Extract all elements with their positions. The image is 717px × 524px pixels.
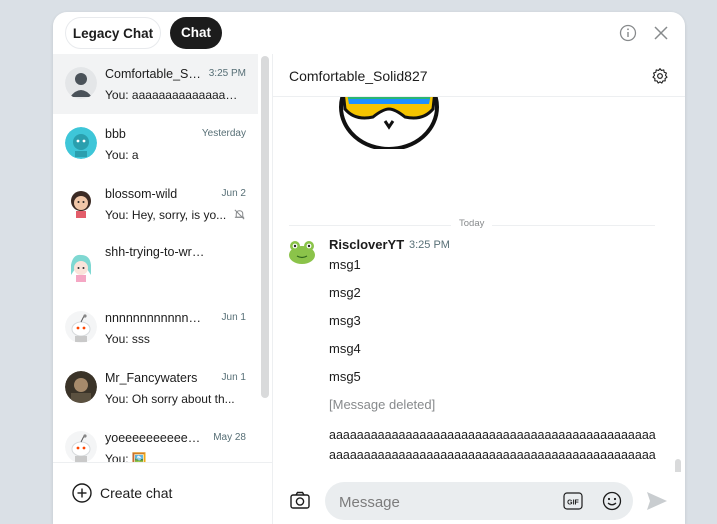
message-text: msg1: [329, 257, 361, 272]
conversation-item[interactable]: Comfortable_Sol... 3:25 PM You: aaaaaaaa…: [53, 54, 258, 114]
create-chat-button[interactable]: Create chat: [53, 462, 272, 524]
conversation-item[interactable]: blossom-wild Jun 2 You: Hey, sorry, is y…: [53, 174, 258, 234]
camera-icon[interactable]: [289, 489, 311, 511]
sender-avatar[interactable]: [286, 235, 318, 267]
conversation-time: Yesterday: [201, 128, 246, 139]
message-text: msg2: [329, 285, 361, 300]
sidebar-scrollbar[interactable]: [261, 56, 269, 398]
avatar: [65, 67, 97, 99]
chat-header: Comfortable_Solid827: [273, 54, 685, 97]
conversation-time: Jun 2: [221, 188, 246, 199]
avatar: [65, 127, 97, 159]
avatar: [65, 251, 97, 283]
tab-chat[interactable]: Chat: [170, 17, 222, 49]
chat-window: Legacy Chat Chat Comfortable_Sol... 3:25…: [53, 12, 685, 524]
conversation-name: nnnnnnnnnnnnnn...: [105, 311, 205, 325]
message-time: 3:25 PM: [409, 239, 450, 251]
conversation-item[interactable]: bbb Yesterday You: a: [53, 114, 258, 174]
chat-topbar: Legacy Chat Chat: [53, 12, 685, 54]
conversation-name: blossom-wild: [105, 187, 178, 201]
message-list[interactable]: Today RiscloverYT 3:25 PM msg1 msg2 msg3…: [273, 97, 685, 472]
create-chat-label: Create chat: [100, 485, 173, 501]
conversation-item[interactable]: nnnnnnnnnnnnnn... Jun 1 You: sss: [53, 298, 258, 358]
info-icon[interactable]: [618, 23, 638, 43]
conversation-name: Mr_Fancywaters: [105, 371, 198, 385]
gear-icon[interactable]: [651, 67, 669, 85]
date-divider-label: Today: [451, 218, 493, 229]
message-sender[interactable]: RiscloverYT: [329, 237, 404, 252]
avatar: [65, 311, 97, 343]
close-icon[interactable]: [651, 23, 671, 43]
message-composer: GIF: [273, 472, 685, 524]
avatar: [65, 187, 97, 219]
conversation-time: 3:25 PM: [208, 68, 246, 79]
message-text-long: aaaaaaaaaaaaaaaaaaaaaaaaaaaaaaaaaaaaaaaa…: [329, 428, 656, 472]
tab-legacy-chat[interactable]: Legacy Chat: [65, 17, 161, 49]
conversation-item[interactable]: shh-trying-to-write: [53, 238, 258, 298]
conversation-preview: You: Oh sorry about th...: [105, 392, 235, 406]
plus-circle-icon: [72, 483, 92, 503]
deleted-message: [Message deleted]: [329, 397, 436, 412]
conversation-sidebar: Comfortable_Sol... 3:25 PM You: aaaaaaaa…: [53, 54, 273, 524]
chat-main-panel: Comfortable_Solid827 Today RiscloverYT 3…: [273, 54, 685, 524]
avatar: [65, 431, 97, 462]
conversation-preview: You: aaaaaaaaaaaaaaaa...: [105, 88, 238, 102]
message-text: msg4: [329, 341, 361, 356]
conversation-preview: You: sss: [105, 332, 150, 346]
svg-text:GIF: GIF: [567, 500, 579, 507]
message-input-box: GIF: [325, 482, 633, 522]
sticker-image: [339, 97, 439, 149]
conversation-time: Jun 1: [221, 312, 246, 323]
bell-off-icon: [234, 209, 245, 220]
send-icon[interactable]: [645, 490, 669, 512]
conversation-name: Comfortable_Sol...: [105, 67, 205, 81]
conversation-name: shh-trying-to-write: [105, 245, 205, 259]
conversation-item[interactable]: Mr_Fancywaters Jun 1 You: Oh sorry about…: [53, 358, 258, 418]
conversation-preview: You: a: [105, 148, 139, 162]
conversation-preview: You: Hey, sorry, is yo...: [105, 208, 227, 222]
gif-icon[interactable]: GIF: [563, 492, 583, 510]
chat-title: Comfortable_Solid827: [289, 68, 428, 84]
conversation-preview: You: 🖼️: [105, 452, 147, 462]
message-text: msg3: [329, 313, 361, 328]
conversation-name: bbb: [105, 127, 126, 141]
message-input[interactable]: [337, 482, 541, 522]
message-text: msg5: [329, 369, 361, 384]
conversation-list[interactable]: Comfortable_Sol... 3:25 PM You: aaaaaaaa…: [53, 54, 272, 462]
message-scrollbar[interactable]: [675, 459, 681, 472]
conversation-name: yoeeeeeeeeeeee...: [105, 431, 205, 445]
avatar: [65, 371, 97, 403]
conversation-item[interactable]: yoeeeeeeeeeeee... May 28 You: 🖼️: [53, 418, 258, 462]
emoji-icon[interactable]: [601, 490, 623, 512]
conversation-time: May 28: [213, 432, 246, 443]
conversation-time: Jun 1: [221, 372, 246, 383]
